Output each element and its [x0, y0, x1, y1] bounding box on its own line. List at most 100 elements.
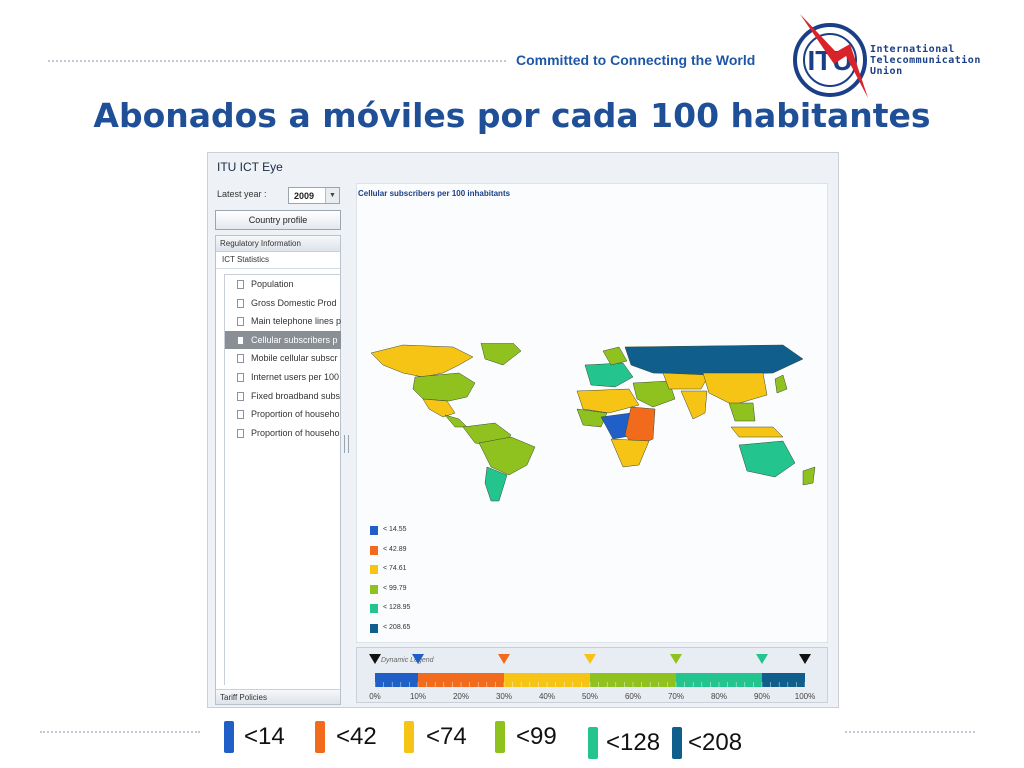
tagline: Committed to Connecting the World	[516, 52, 756, 68]
tree-item[interactable]: Population	[225, 275, 341, 294]
tree-header[interactable]: Regulatory Information	[216, 236, 340, 252]
tree-item-label: Gross Domestic Prod	[251, 297, 337, 308]
tree-footer[interactable]: Tariff Policies	[216, 689, 340, 704]
bottom-legend-swatch	[672, 727, 682, 759]
dynamic-legend-segment	[375, 673, 418, 687]
dynamic-legend-tick-label: 30%	[496, 692, 512, 701]
map-region-europe[interactable]	[584, 362, 634, 388]
year-select[interactable]: 2009 ▼	[288, 187, 340, 204]
map-region-india[interactable]	[680, 390, 708, 420]
logo-text: International Telecommunication Union	[870, 44, 981, 77]
bottom-legend-swatch	[224, 721, 234, 753]
dynamic-legend-tick-label: 60%	[625, 692, 641, 701]
map-region-russia[interactable]	[624, 344, 804, 376]
world-map[interactable]	[363, 343, 828, 503]
legend-swatch	[370, 526, 378, 535]
map-region-china[interactable]	[702, 372, 768, 406]
threshold-marker[interactable]	[670, 654, 682, 664]
map-region-north-america[interactable]	[370, 344, 474, 378]
legend-swatch	[370, 604, 378, 613]
legend-label: < 74.61	[383, 565, 407, 572]
legend-label: < 99.79	[383, 584, 407, 592]
dynamic-legend-bar[interactable]: 0% 10% 20% 30% 40% 50% 60% 70% 80% 90% 100%	[357, 648, 829, 704]
map-region-australia[interactable]	[738, 440, 796, 478]
dynamic-legend-tick-label: 90%	[754, 692, 770, 701]
dynamic-legend-tick-label: 10%	[410, 692, 426, 701]
bottom-legend-swatch	[588, 727, 598, 759]
tree-item[interactable]: Proportion of househo	[225, 424, 341, 443]
tree-item-label: Cellular subscribers p	[251, 334, 338, 345]
map-region-scandinavia[interactable]	[602, 346, 628, 366]
chevron-down-icon[interactable]: ▼	[325, 188, 339, 203]
map-region-greenland[interactable]	[480, 343, 522, 366]
map-region-new-zealand[interactable]	[802, 466, 816, 486]
tree-subheader[interactable]: ICT Statistics	[216, 252, 340, 269]
tree-item[interactable]: Internet users per 100	[225, 368, 341, 387]
bottom-legend-swatch	[495, 721, 505, 753]
dynamic-legend-tick-label: 50%	[582, 692, 598, 701]
map-region-north-africa[interactable]	[576, 388, 640, 414]
logo-line-2: Telecommunication	[870, 55, 981, 66]
document-icon	[237, 428, 244, 438]
panel-splitter-handle[interactable]	[344, 435, 349, 453]
map-region-usa[interactable]	[412, 372, 476, 402]
tree-item-label: Proportion of househo	[251, 427, 340, 438]
dynamic-legend-tick-label: 0%	[369, 692, 381, 701]
bottom-legend-label: <208	[688, 729, 743, 756]
header-divider-left	[48, 60, 506, 62]
logo-line-1: International	[870, 44, 955, 55]
tree-item-label: Proportion of househo	[251, 409, 340, 420]
bottom-legend: <14 <42 <74 <99 <128 <208	[0, 715, 1024, 765]
year-label: Latest year :	[217, 189, 267, 199]
bottom-legend-label: <74	[426, 723, 467, 750]
map-region-central-asia[interactable]	[662, 372, 710, 390]
tree-item[interactable]: Fixed broadband subs	[225, 387, 341, 406]
tree-item-label: Main telephone lines p	[251, 316, 341, 327]
legend-label: < 14.55	[383, 526, 407, 533]
map-region-southern-africa[interactable]	[610, 438, 650, 468]
legend-swatch	[370, 623, 378, 633]
legend-label: < 42.89	[383, 545, 407, 553]
bottom-legend-label: <14	[244, 723, 285, 750]
document-icon	[237, 354, 244, 364]
tree-item[interactable]: Proportion of househo	[225, 405, 341, 424]
map-region-mexico[interactable]	[422, 398, 456, 418]
threshold-marker[interactable]	[756, 654, 768, 664]
document-icon	[237, 298, 244, 308]
document-icon	[237, 317, 244, 327]
document-icon	[237, 335, 244, 345]
country-profile-button[interactable]: Country profile	[215, 210, 341, 230]
tree-item[interactable]: Mobile cellular subscr	[225, 349, 341, 368]
dynamic-legend-tick-label: 100%	[795, 692, 815, 701]
bottom-legend-label: <99	[516, 723, 557, 750]
map-region-japan[interactable]	[774, 374, 788, 394]
threshold-marker[interactable]	[799, 654, 811, 664]
tree-item-label: Population	[251, 279, 294, 289]
bottom-legend-label: <42	[336, 723, 377, 750]
tree-item[interactable]: Gross Domestic Prod	[225, 294, 341, 313]
legend-swatch	[370, 584, 378, 594]
map-region-central-america[interactable]	[444, 414, 468, 428]
year-value: 2009	[294, 191, 315, 201]
tree-item-label: Fixed broadband subs	[251, 390, 341, 401]
indicator-tree: Regulatory Information ICT Statistics Po…	[215, 235, 341, 705]
document-icon	[237, 372, 244, 382]
map-region-indonesia[interactable]	[730, 426, 784, 438]
dynamic-legend: Dynamic Legend 0% 10% 20% 30% 40% 50% 60% 70% 80…	[356, 647, 828, 703]
document-icon	[237, 391, 244, 401]
map-region-southeast-asia[interactable]	[728, 402, 756, 422]
bottom-legend-swatch	[404, 721, 414, 753]
ict-eye-app: ITU ICT Eye Latest year : 2009 ▼ Country…	[207, 152, 839, 708]
tree-item[interactable]: Main telephone lines p	[225, 312, 341, 331]
dynamic-legend-tick-label: 20%	[453, 692, 469, 701]
threshold-marker[interactable]	[369, 654, 381, 664]
legend-swatch	[370, 545, 378, 555]
tree-item-label: Mobile cellular subscr	[251, 353, 338, 364]
threshold-marker[interactable]	[584, 654, 596, 664]
threshold-marker[interactable]	[412, 654, 424, 664]
tree-item[interactable]: Cellular subscribers p	[225, 330, 341, 350]
dynamic-legend-tick-label: 40%	[539, 692, 555, 701]
threshold-marker[interactable]	[498, 654, 510, 664]
legend-label: < 128.95	[383, 604, 411, 611]
map-title: Cellular subscribers per 100 inhabitants	[358, 189, 511, 198]
